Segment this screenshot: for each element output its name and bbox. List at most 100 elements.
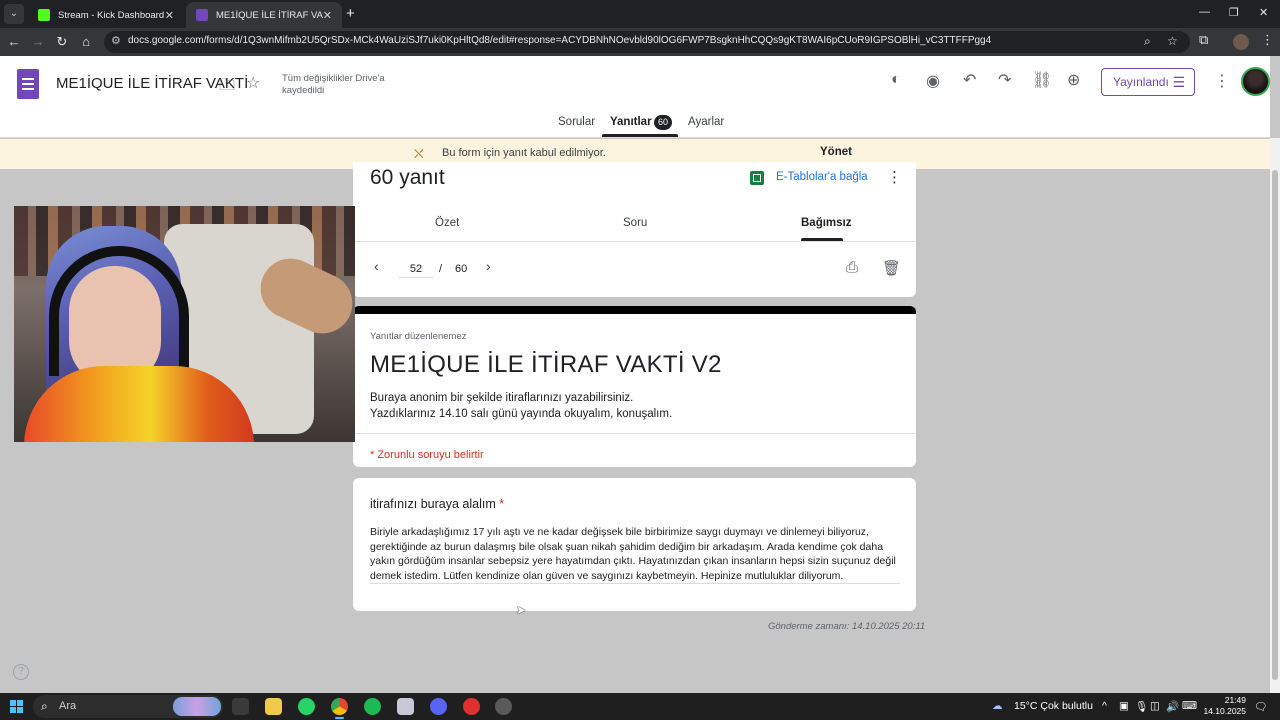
responses-more-icon[interactable]: ⋮ [887, 168, 902, 186]
minimize-icon[interactable]: — [1199, 6, 1210, 18]
kick-favicon-icon [38, 9, 50, 21]
tab-summary[interactable]: Özet [435, 217, 459, 229]
redo-icon[interactable]: ↷ [998, 70, 1011, 90]
previous-response-icon[interactable]: ‹ [374, 258, 379, 274]
windows-taskbar: ⌕ Ara ☁ 15°C Çok bulutlu ^ ▣ 🎙 ◫ 🔊 ⌨ 21:… [0, 693, 1280, 720]
responses-not-editable-note: Yanıtlar düzenlenemez [370, 331, 467, 342]
tab-individual[interactable]: Bağımsız [801, 217, 852, 229]
close-tab-icon[interactable]: ✕ [165, 9, 174, 22]
clock-date: 14.10.2025 [1203, 706, 1246, 716]
close-tab-icon[interactable]: ✕ [323, 9, 332, 22]
tab-search-icon[interactable]: ⌄ [4, 4, 24, 24]
tray-chevron-icon[interactable]: ^ [1102, 700, 1107, 712]
tab-responses[interactable]: Yanıtlar [610, 116, 652, 128]
keyboard-icon[interactable]: ⌨ [1182, 700, 1197, 712]
print-icon[interactable]: ⎙ [846, 259, 858, 276]
answer-underline [370, 583, 900, 584]
star-icon[interactable]: ☆ [246, 73, 260, 93]
taskbar-search[interactable]: ⌕ Ara [33, 695, 223, 718]
tab-title: Stream - Kick Dashboard [58, 9, 165, 21]
clock-time: 21:49 [1224, 695, 1246, 705]
undo-icon[interactable]: ↶ [963, 70, 976, 90]
delete-icon[interactable]: 🗑 [882, 259, 901, 277]
palette-icon[interactable]: ◐ [891, 71, 901, 89]
spotify-icon[interactable] [364, 698, 381, 715]
discord-icon[interactable] [430, 698, 447, 715]
form-info-card: Yanıtlar düzenlenemez ME1İQUE İLE İTİRAF… [353, 306, 916, 467]
settings-gear-icon[interactable] [495, 698, 512, 715]
address-bar[interactable]: ⚙ docs.google.com/forms/d/1Q3wnMifmb2U5Q… [104, 31, 1190, 53]
add-collaborator-icon[interactable]: ⊕ [1067, 70, 1080, 90]
answer-text: Biriyle arkadaşlığımız 17 yılı aştı ve n… [370, 526, 896, 582]
tab-question[interactable]: Soru [623, 217, 647, 229]
published-button[interactable]: Yayınlandı ☰ [1101, 68, 1195, 96]
account-avatar[interactable] [1241, 67, 1270, 96]
folder-icon[interactable]: 🗀 [219, 74, 235, 101]
browser-menu-icon[interactable]: ⋮ [1261, 32, 1274, 48]
form-document-title: ME1İQUE İLE İTİRAF VAKTİ V2 [370, 351, 722, 378]
next-response-icon[interactable]: › [486, 258, 491, 274]
response-count-badge: 60 [654, 115, 672, 130]
google-forms-logo-icon[interactable] [17, 69, 39, 99]
question-title-text: itirafınızı buraya alalım [370, 497, 496, 511]
task-view-icon[interactable] [232, 698, 249, 715]
zoom-icon[interactable]: ⌕ [1144, 34, 1151, 49]
bookmark-star-icon[interactable]: ☆ [1167, 34, 1178, 48]
tab-title: ME1İQUE İLE İTİRAF VAKTİ - Go [216, 9, 323, 21]
forward-icon[interactable]: → [28, 32, 48, 52]
question-card: itirafınızı buraya alalım * Biriyle arka… [353, 478, 916, 611]
manage-button[interactable]: Yönet [820, 146, 852, 158]
submission-timestamp: Gönderme zamanı: 14.10.2025 20:11 [768, 621, 926, 632]
link-icon[interactable]: ⛓ [1032, 70, 1052, 90]
webcam-overlay [14, 206, 355, 442]
site-info-icon[interactable]: ⚙ [111, 34, 121, 47]
url-text: docs.google.com/forms/d/1Q3wnMifmb2U5QrS… [128, 35, 992, 46]
preview-eye-icon[interactable]: ◉ [926, 71, 940, 91]
pager-separator: / [439, 263, 443, 275]
divider [353, 433, 916, 434]
network-icon[interactable]: ◫ [1150, 700, 1160, 712]
sheets-icon[interactable] [750, 171, 764, 185]
search-icon: ⌕ [41, 699, 48, 713]
obs-icon[interactable] [463, 698, 480, 715]
scrollbar-thumb[interactable] [1272, 170, 1278, 680]
tab-google-forms[interactable]: ME1İQUE İLE İTİRAF VAKTİ - Go ✕ [186, 2, 342, 28]
help-icon[interactable]: ? [13, 664, 29, 680]
tab-kick-dashboard[interactable]: Stream - Kick Dashboard ✕ [28, 2, 184, 28]
current-response-input[interactable]: 52 [399, 263, 433, 278]
weather-text[interactable]: 15°C Çok bulutlu [1014, 700, 1093, 712]
weather-icon: ☁ [992, 700, 1003, 712]
forms-favicon-icon [196, 9, 208, 21]
whatsapp-icon[interactable] [298, 698, 315, 715]
close-window-icon[interactable]: ✕ [1259, 6, 1268, 19]
taskbar-clock[interactable]: 21:49 14.10.2025 [1196, 695, 1246, 717]
link-to-sheets-button[interactable]: E-Tablolar'a bağla [776, 171, 868, 183]
extensions-icon[interactable]: ⧉ [1199, 32, 1208, 48]
sliders-icon: ☰ [1172, 74, 1185, 90]
divider [353, 241, 916, 242]
responses-summary-card: 60 yanıt E-Tablolar'a bağla ⋮ Özet Soru … [353, 162, 916, 297]
chrome-icon[interactable] [331, 698, 348, 719]
restore-icon[interactable]: ❐ [1229, 6, 1239, 19]
closed-form-icon: ⛌ [414, 146, 424, 161]
tab-questions[interactable]: Sorular [558, 116, 595, 128]
more-options-icon[interactable]: ⋮ [1214, 71, 1230, 91]
app-icon[interactable] [397, 698, 414, 715]
file-explorer-icon[interactable] [265, 698, 282, 715]
active-tab-indicator [602, 134, 678, 137]
home-icon[interactable]: ⌂ [76, 32, 96, 52]
back-icon[interactable]: ← [4, 32, 24, 52]
browser-profile-avatar[interactable] [1233, 34, 1249, 50]
required-note: * Zorunlu soruyu belirtir [370, 449, 484, 461]
reload-icon[interactable]: ↻ [52, 32, 72, 52]
new-tab-icon[interactable]: + [346, 5, 355, 22]
tray-app-icon[interactable]: ▣ [1119, 700, 1129, 712]
windows-start-icon[interactable] [10, 700, 23, 713]
microphone-icon[interactable]: 🎙 [1135, 700, 1148, 713]
response-count-heading: 60 yanıt [370, 166, 445, 189]
forms-header: ME1İQUE İLE İTİRAF VAKTİ 🗀 ☆ Tüm değişik… [0, 56, 1270, 138]
tab-settings[interactable]: Ayarlar [688, 116, 724, 128]
volume-icon[interactable]: 🔊 [1166, 700, 1179, 713]
notification-icon[interactable]: 🗨 [1254, 700, 1267, 713]
description-line: Yazdıklarınız 14.10 salı günü yayında ok… [370, 408, 673, 420]
